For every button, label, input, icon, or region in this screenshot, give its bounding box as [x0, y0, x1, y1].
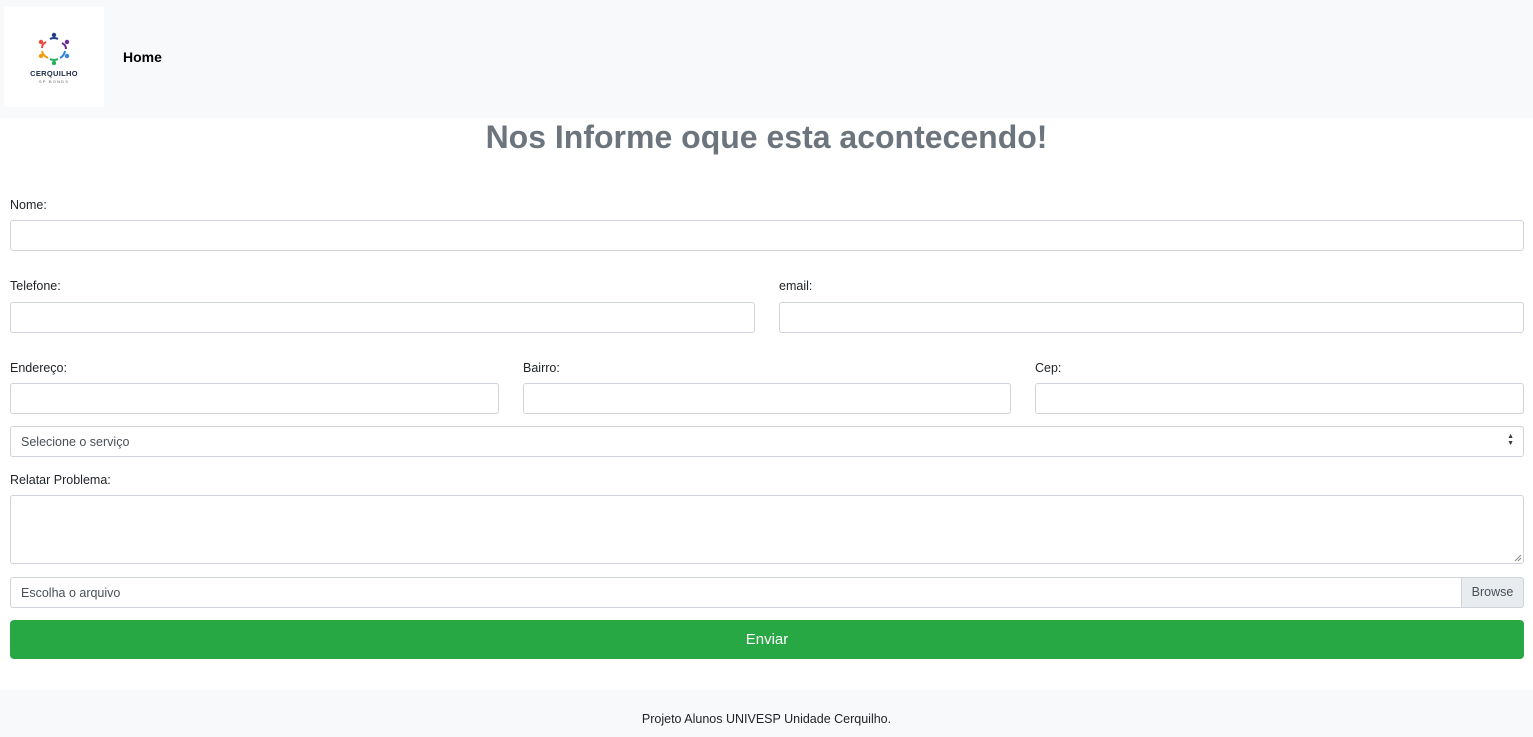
nome-input[interactable]	[10, 220, 1524, 251]
email-label: email:	[779, 279, 813, 293]
people-circle-logo-icon	[38, 32, 70, 66]
problema-label: Relatar Problema:	[10, 473, 111, 487]
file-upload[interactable]: Escolha o arquivo Browse	[10, 577, 1524, 608]
problema-textarea[interactable]	[10, 495, 1524, 564]
bairro-label: Bairro:	[523, 361, 560, 375]
enviar-button[interactable]: Enviar	[10, 620, 1524, 659]
site-logo[interactable]: CERQUILHO SP BONDS	[4, 7, 104, 107]
nome-label: Nome:	[10, 198, 47, 212]
resize-grip-icon[interactable]	[1514, 554, 1522, 562]
servico-select[interactable]: Selecione o serviço ▲ ▼	[10, 426, 1524, 457]
logo-text: CERQUILHO	[30, 69, 78, 78]
servico-select-value: Selecione o serviço	[21, 435, 130, 449]
telefone-input[interactable]	[10, 302, 755, 333]
bairro-input[interactable]	[523, 383, 1011, 414]
footer: Projeto Alunos UNIVESP Unidade Cerquilho…	[0, 690, 1533, 737]
nav-home-link[interactable]: Home	[123, 49, 162, 65]
telefone-label: Telefone:	[10, 279, 61, 293]
page-title: Nos Informe oque esta acontecendo!	[485, 119, 1048, 155]
email-input[interactable]	[779, 302, 1524, 333]
endereco-label: Endereço:	[10, 361, 67, 375]
cep-input[interactable]	[1035, 383, 1524, 414]
browse-button[interactable]: Browse	[1461, 578, 1523, 607]
logo-subtext: SP BONDS	[38, 79, 70, 84]
endereco-input[interactable]	[10, 383, 499, 414]
navbar: CERQUILHO SP BONDS Home	[0, 0, 1533, 118]
select-arrows-icon: ▲ ▼	[1507, 433, 1514, 447]
file-upload-placeholder: Escolha o arquivo	[21, 586, 121, 600]
footer-text: Projeto Alunos UNIVESP Unidade Cerquilho…	[641, 712, 892, 726]
cep-label: Cep:	[1035, 361, 1062, 375]
